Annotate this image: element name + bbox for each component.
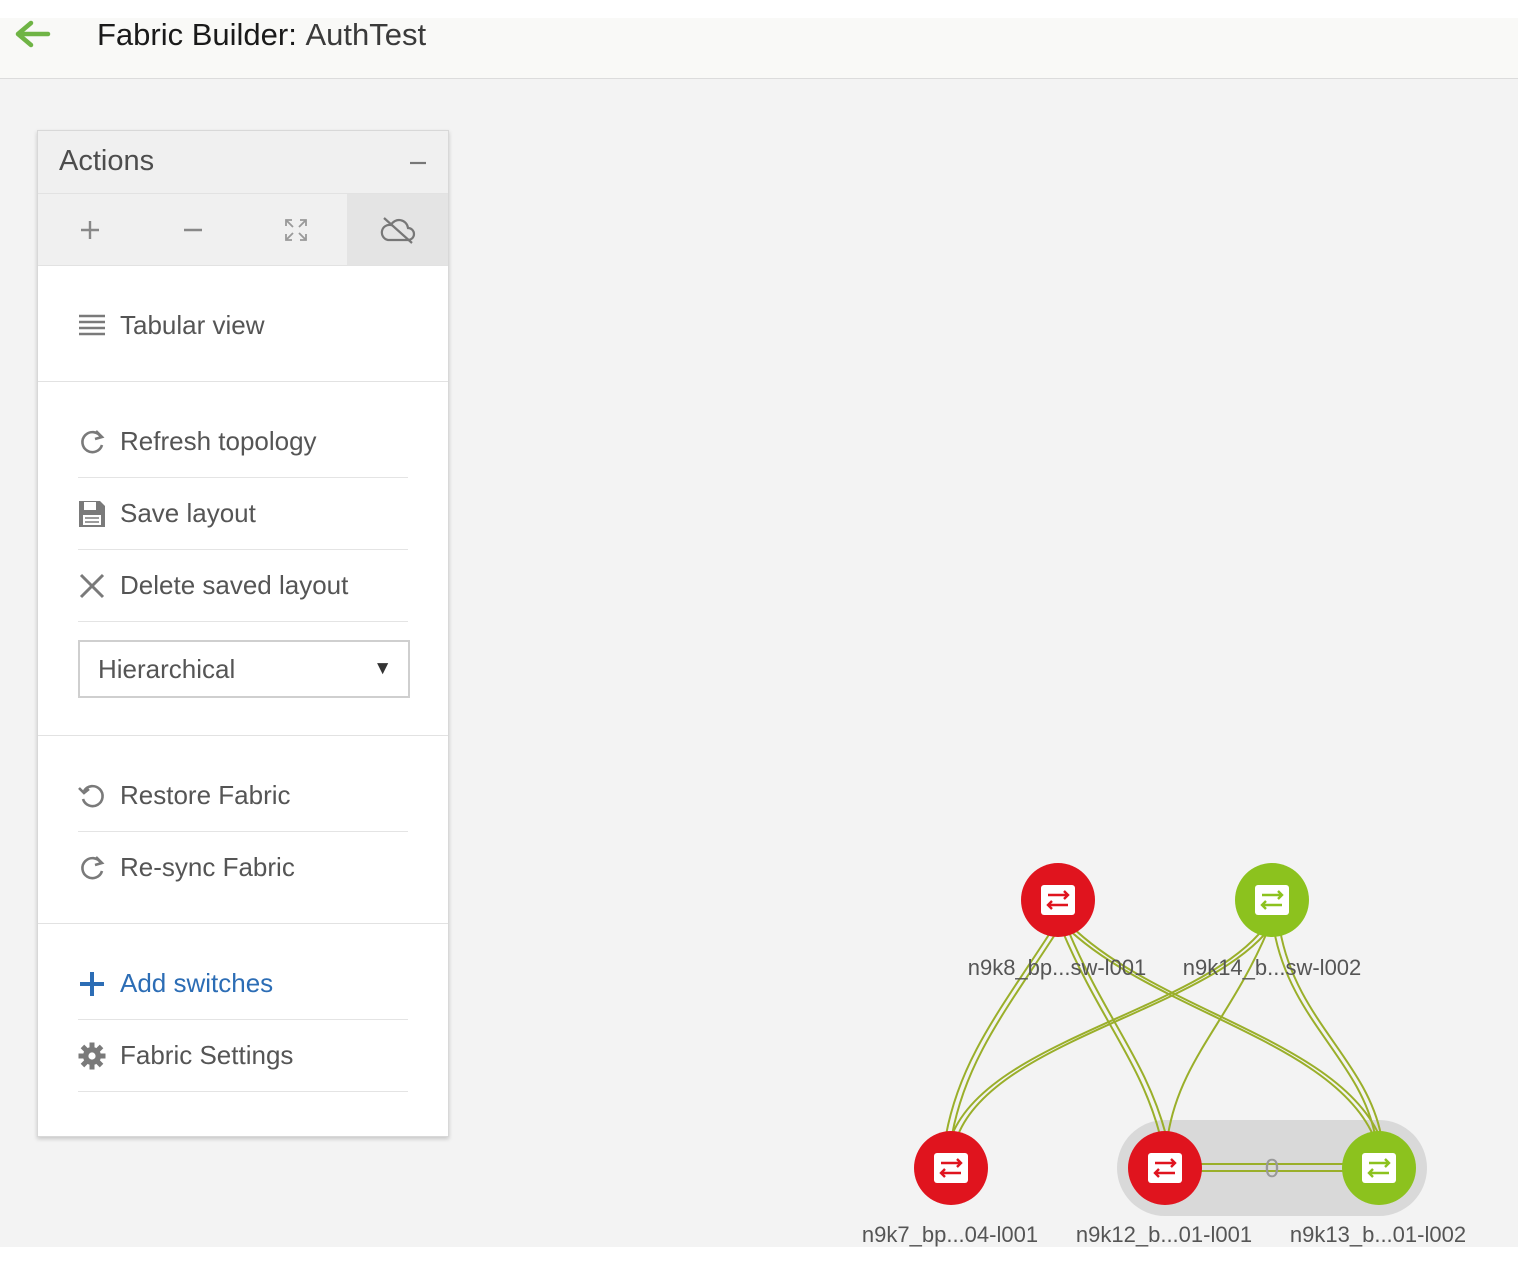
zoom-out-icon (183, 228, 202, 231)
tabular-view-button[interactable]: Tabular view (78, 291, 408, 361)
zoom-in-button[interactable] (38, 194, 141, 265)
delete-saved-layout-button[interactable]: Delete saved layout (78, 551, 408, 621)
actions-toolbar (38, 194, 448, 266)
row-divider (78, 477, 408, 478)
node-n9k8[interactable] (1021, 863, 1095, 937)
zoom-in-icon (80, 220, 99, 239)
collapse-icon[interactable] (408, 153, 428, 173)
node-label-n9k13: n9k13_b...01-l002 (1290, 1222, 1466, 1247)
node-n9k13[interactable] (1342, 1131, 1416, 1205)
dropdown-caret-icon: ▼ (373, 658, 392, 679)
save-layout-button[interactable]: Save layout (78, 479, 408, 549)
node-n9k14[interactable] (1235, 863, 1309, 937)
actions-panel-title: Actions (59, 145, 155, 177)
node-n9k7[interactable] (914, 1131, 988, 1205)
resync-fabric-label: Re-sync Fabric (120, 852, 295, 882)
switch-icon (1041, 885, 1075, 915)
delete-saved-layout-label: Delete saved layout (120, 570, 349, 600)
fabric-settings-button[interactable]: Fabric Settings (78, 1021, 408, 1091)
section-divider (38, 381, 448, 382)
switch-icon (1362, 1153, 1396, 1183)
cloud-off-icon (380, 216, 415, 244)
row-divider (78, 831, 408, 832)
switch-icon (1255, 885, 1289, 915)
row-divider (78, 1019, 408, 1020)
row-divider (78, 549, 408, 550)
row-divider (78, 621, 408, 622)
resync-fabric-button[interactable]: Re-sync Fabric (78, 833, 408, 903)
cloud-toggle-button[interactable] (347, 194, 448, 265)
fit-to-screen-icon (284, 218, 307, 241)
add-switches-button[interactable]: Add switches (78, 949, 408, 1019)
row-divider (78, 1091, 408, 1092)
node-label-n9k8: n9k8_bp...sw-l001 (968, 955, 1147, 980)
node-label-n9k12: n9k12_b...01-l001 (1076, 1222, 1252, 1247)
actions-panel-header: Actions (38, 131, 448, 194)
gear-icon (78, 1042, 106, 1070)
zoom-out-button[interactable] (141, 194, 244, 265)
close-icon (79, 573, 105, 599)
actions-panel: Actions Tabular view Refresh topology Sa… (37, 130, 449, 1137)
restore-icon (78, 784, 104, 808)
refresh-icon (81, 430, 105, 454)
restore-fabric-button[interactable]: Restore Fabric (78, 761, 408, 831)
switch-icon (934, 1153, 968, 1183)
tabular-view-label: Tabular view (120, 310, 265, 340)
vpc-peer-link-label: 0 (1265, 1153, 1279, 1183)
section-divider (38, 735, 448, 736)
node-label-n9k14: n9k14_b...sw-l002 (1183, 955, 1362, 980)
fabric-settings-label: Fabric Settings (120, 1040, 294, 1070)
restore-fabric-label: Restore Fabric (120, 780, 291, 810)
list-icon (79, 314, 105, 336)
save-icon (79, 501, 105, 527)
layout-select-value: Hierarchical (98, 654, 236, 684)
fit-to-screen-button[interactable] (244, 194, 347, 265)
layout-select[interactable]: Hierarchical ▼ (78, 640, 410, 698)
refresh-topology-button[interactable]: Refresh topology (78, 407, 408, 477)
node-label-n9k7: n9k7_bp...04-l001 (862, 1222, 1038, 1247)
refresh-topology-label: Refresh topology (120, 426, 317, 456)
plus-icon (80, 972, 104, 996)
switch-icon (1148, 1153, 1182, 1183)
node-n9k12[interactable] (1128, 1131, 1202, 1205)
sync-icon (81, 856, 105, 880)
section-divider (38, 923, 448, 924)
add-switches-label: Add switches (120, 968, 274, 998)
save-layout-label: Save layout (120, 498, 256, 528)
